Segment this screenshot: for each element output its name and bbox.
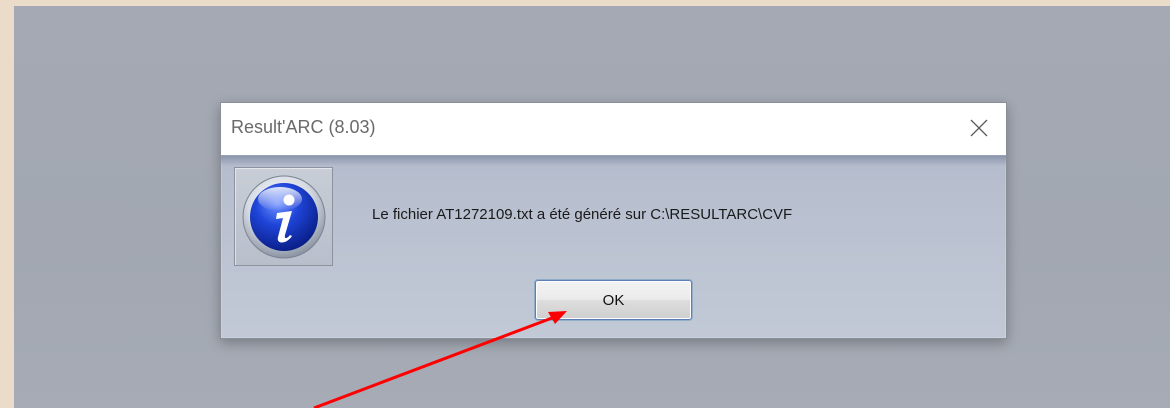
titlebar-divider [221, 156, 1006, 166]
ok-button[interactable]: OK [535, 280, 692, 320]
close-icon [970, 119, 988, 137]
desktop-background: Result'ARC (8.03) Le fichier AT1272109.t… [14, 6, 1170, 408]
close-button[interactable] [962, 112, 996, 144]
dialog-title: Result'ARC (8.03) [231, 117, 376, 137]
message-dialog: Result'ARC (8.03) Le fichier AT1272109.t… [220, 102, 1007, 339]
dialog-message: Le fichier AT1272109.txt a été généré su… [372, 206, 793, 223]
dialog-titlebar[interactable]: Result'ARC (8.03) [221, 103, 1006, 156]
information-icon-frame [234, 167, 333, 266]
ok-button-label: OK [602, 291, 625, 309]
information-icon [242, 175, 325, 258]
